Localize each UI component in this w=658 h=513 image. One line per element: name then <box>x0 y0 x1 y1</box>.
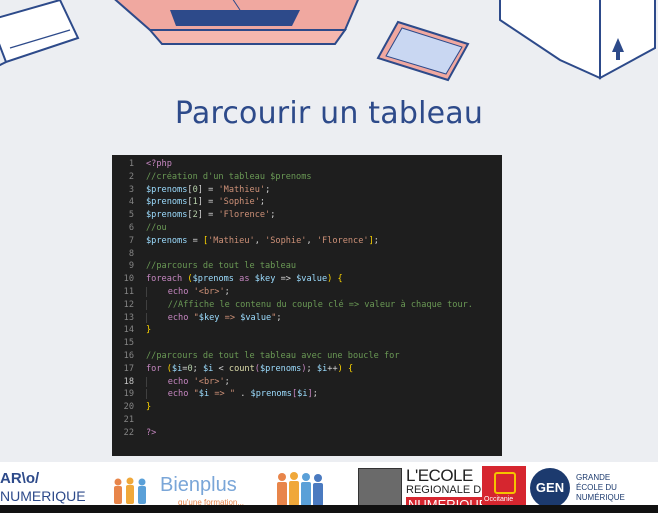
line-number: 16 <box>123 350 134 361</box>
gen-line1: GRANDE <box>576 473 611 482</box>
code-text: echo '<br>'; <box>146 286 230 299</box>
line-number: 13 <box>123 312 134 323</box>
code-text: for ($i=0; $i < count($prenoms); $i++) { <box>146 363 354 374</box>
logo-ar-line2: NUMERIQUE <box>0 488 86 504</box>
code-line: 4 $prenoms[1] = 'Sophie'; <box>112 196 502 209</box>
line-number: 2 <box>128 171 134 182</box>
line-number: 1 <box>128 159 134 169</box>
code-text: ?> <box>146 427 157 438</box>
code-line: 18 echo '<br>'; <box>112 376 502 389</box>
phone-icon <box>376 20 470 82</box>
line-number: 17 <box>123 363 134 374</box>
code-text: $prenoms[1] = 'Sophie'; <box>146 197 266 208</box>
code-line: 12 //Affiche le contenu du couple clé =>… <box>112 299 502 312</box>
line-number: 19 <box>123 389 134 400</box>
line-number: 12 <box>123 299 134 310</box>
code-line: 7 $prenoms = ['Mathieu', 'Sophie', 'Flore… <box>112 235 502 248</box>
code-text: echo "$key => $value"; <box>146 312 282 325</box>
gen-line2: ÉCOLE DU <box>576 483 617 492</box>
code-text: $prenoms[2] = 'Florence'; <box>146 210 276 221</box>
code-line: 20} <box>112 401 502 414</box>
line-number: 9 <box>128 261 134 272</box>
line-number: 21 <box>123 414 134 425</box>
gen-circle-icon: GEN <box>530 468 570 508</box>
line-number: 8 <box>128 248 134 259</box>
code-text: echo '<br>'; <box>146 376 230 389</box>
code-line: 13 echo "$key => $value"; <box>112 312 502 325</box>
code-line: 6 //ou <box>112 222 502 235</box>
logo-ar-numerique: AR\o/ NUMERIQUE <box>0 470 95 506</box>
code-text: $prenoms[0] = 'Mathieu'; <box>146 184 271 195</box>
logo-ecole-line2: REGIONALE DU <box>406 484 490 496</box>
code-line: 8 <box>112 248 502 261</box>
code-line: 10 foreach ($prenoms as $key => $value) { <box>112 273 502 286</box>
line-number: 10 <box>123 274 134 285</box>
code-text: } <box>146 402 152 413</box>
code-text: foreach ($prenoms as $key => $value) { <box>146 274 343 285</box>
code-line: 9 //parcours de tout le tableau <box>112 260 502 273</box>
code-text: //parcours de tout le tableau <box>146 261 297 272</box>
code-text: //création d'un tableau $prenoms <box>146 171 312 182</box>
laptop-icon <box>114 0 359 45</box>
code-line: 17 for ($i=0; $i < count($prenoms); $i++)… <box>112 363 502 376</box>
code-line: 11 echo '<br>'; <box>112 286 502 299</box>
code-line: 15 <box>112 337 502 350</box>
logo-ar-line1: AR\o/ <box>0 470 40 487</box>
code-text: $prenoms = ['Mathieu', 'Sophie', 'Floren… <box>146 235 379 246</box>
logo-bienplus-main: Bienplus <box>160 474 237 496</box>
logo-ecole-line1: L'ECOLE <box>406 466 473 485</box>
code-text: echo "$i => " . $prenoms[$i]; <box>146 388 318 401</box>
gen-line3: NUMÉRIQUE <box>576 493 625 502</box>
line-number: 18 <box>123 376 134 387</box>
line-number: 20 <box>123 402 134 413</box>
code-line: 1 <?php <box>112 158 502 171</box>
code-text: <?php <box>146 159 172 169</box>
line-number: 6 <box>128 222 134 233</box>
video-bottom-bar <box>0 505 658 513</box>
ecole-photo-thumbnail <box>358 468 402 510</box>
code-line: 5 $prenoms[2] = 'Florence'; <box>112 209 502 222</box>
box-icon <box>499 0 656 80</box>
code-text: //ou <box>146 222 167 233</box>
line-number: 4 <box>128 197 134 208</box>
line-number: 22 <box>123 427 134 438</box>
slide: Parcourir un tableau 1 <?php 2 //création d… <box>0 0 658 462</box>
occitanie-label: Occitanie <box>484 496 514 503</box>
slide-title: Parcourir un tableau <box>174 96 484 131</box>
occitanie-cross-icon <box>494 472 516 494</box>
notebook-icon <box>0 0 80 67</box>
laptop-phone-illustration <box>0 0 656 82</box>
line-number: 5 <box>128 210 134 221</box>
line-number: 7 <box>128 235 134 246</box>
line-number: 3 <box>128 184 134 195</box>
occitanie-badge: Occitanie <box>482 466 526 508</box>
code-text: //parcours de tout le tableau avec une b… <box>146 350 400 361</box>
code-line: 2 //création d'un tableau $prenoms <box>112 171 502 184</box>
code-line: 19 echo "$i => " . $prenoms[$i]; <box>112 388 502 401</box>
code-line: 14} <box>112 324 502 337</box>
line-number: 15 <box>123 338 134 349</box>
line-number: 11 <box>123 286 134 297</box>
code-editor: 1 <?php 2 //création d'un tableau $prenoms 3… <box>112 155 502 456</box>
people-icon <box>114 477 146 504</box>
code-text: } <box>146 325 152 336</box>
code-line: 21 <box>112 414 502 427</box>
code-line: 22 ?> <box>112 427 502 440</box>
code-line: 16 //parcours de tout le tableau avec une… <box>112 350 502 363</box>
people-group-icon <box>277 472 323 506</box>
code-text: //Affiche le contenu du couple clé => va… <box>146 299 473 312</box>
logo-gen: GEN GRANDE ÉCOLE DU NUMÉRIQUE <box>530 468 658 508</box>
code-line: 3 $prenoms[0] = 'Mathieu'; <box>112 184 502 197</box>
line-number: 14 <box>123 325 134 336</box>
